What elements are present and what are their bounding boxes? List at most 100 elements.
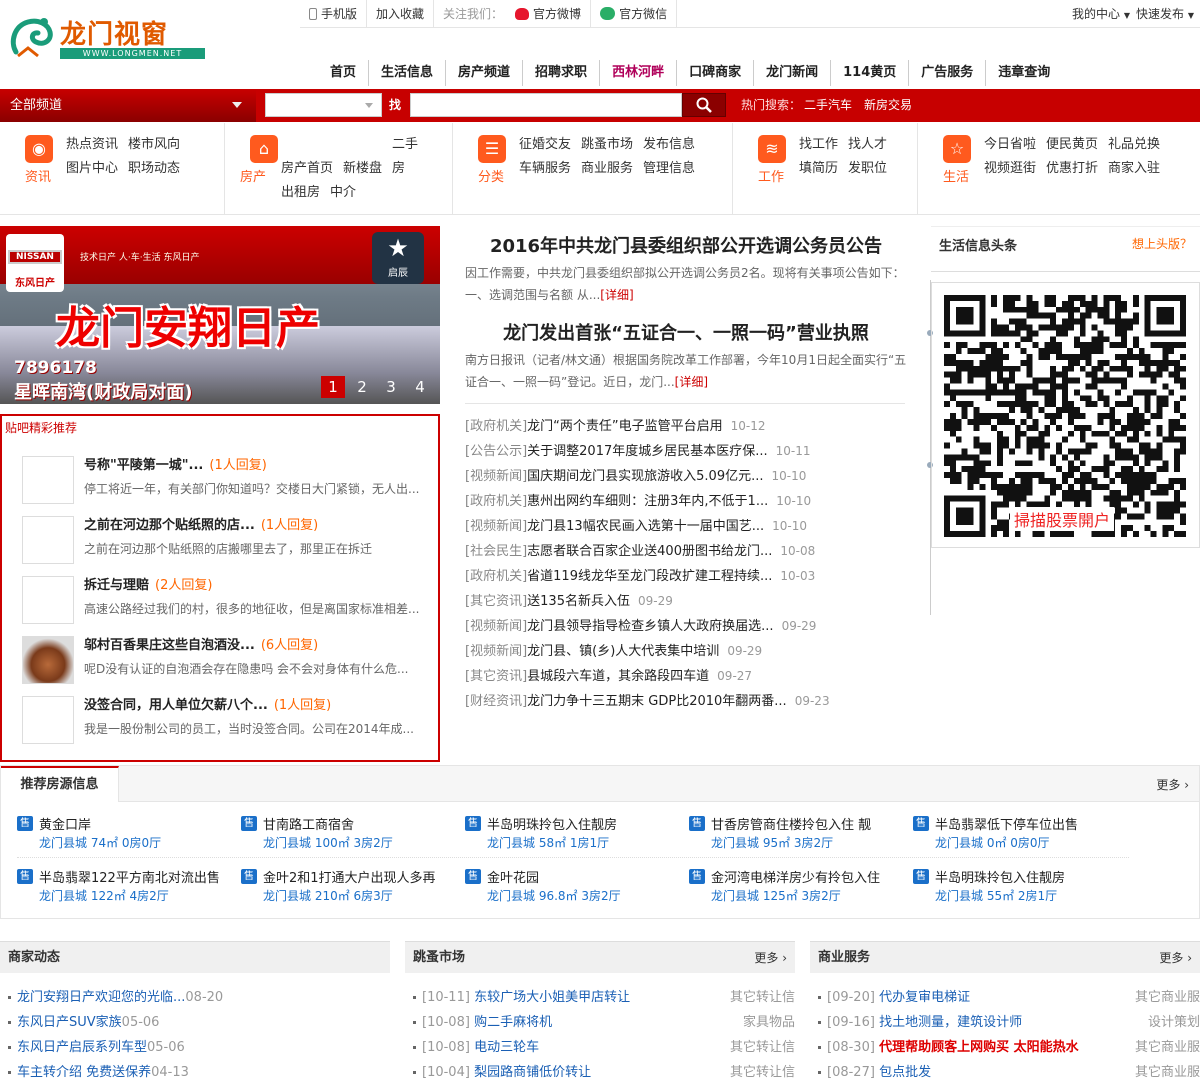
forum-post[interactable]: 邬村百香果庄这些自泡酒没... (6人回复) 呢D没有认证的自泡酒会存在隐患吗 会… [22, 632, 422, 688]
list-item[interactable]: [财经资讯]龙门力争十三五期末 GDP比2010年翻两番... 09-23 [465, 689, 905, 714]
nav-life[interactable]: 生活信息 [369, 60, 447, 86]
nav-ads[interactable]: 广告服务 [909, 60, 987, 86]
my-center-link[interactable]: 我的中心 ▼ [1072, 0, 1130, 30]
qr-code-icon [944, 295, 1186, 537]
list-item[interactable]: [公告公示]关于调整2017年度城乡居民基本医疗保... 10-11 [465, 439, 905, 464]
house-listing[interactable]: 售半岛翡翠122平方南北对流出售 龙门县城 122㎡ 4房2厅 [17, 867, 239, 915]
list-item[interactable]: [视频新闻]龙门县、镇(乡)人大代表集中培训 09-29 [465, 639, 905, 664]
house-listing[interactable]: 售半岛明珠拎包入住靓房 龙门县城 55㎡ 2房1厅 [913, 867, 1135, 915]
list-item[interactable]: [政府机关]省道119线龙华至龙门段改扩建工程持续... 10-03 [465, 564, 905, 589]
business-services: 商业服务 更多 › [09-20] 代办复审电梯证 其它商业服 [09-16] 找土… [810, 941, 1200, 1091]
list-item[interactable]: [政府机关]龙门“两个责任”电子监管平台启用 10-12 [465, 414, 905, 439]
banner-slider[interactable]: NISSAN 东风日产 技术日产 人·车·生活 东风日产 ★ 启辰 龙门安翔日产… [0, 226, 440, 404]
list-item[interactable]: [09-20] 代办复审电梯证 其它商业服 [818, 985, 1200, 1010]
nav-property[interactable]: 房产频道 [446, 60, 524, 86]
category-bar: ◉ 资讯 热点资讯 楼市风向图片中心 职场动态 ⌂ 房产 房产首页 新楼盘二手房出租房… [0, 123, 1200, 215]
more-link[interactable]: 更多 › [1156, 776, 1189, 793]
chevron-down-icon [232, 102, 242, 108]
headline-title[interactable]: 龙门发出首张“五证合一、一照一码”营业执照 [462, 319, 910, 345]
search-input[interactable] [410, 93, 682, 117]
headline-title[interactable]: 2016年中共龙门县委组织部公开选调公务员公告 [462, 232, 910, 258]
search-button[interactable] [682, 93, 726, 117]
forum-recommendations-title: 贴吧精彩推荐 [5, 421, 78, 435]
weibo-link[interactable]: 官方微博 [506, 0, 592, 28]
nav-jobs[interactable]: 招聘求职 [523, 60, 601, 86]
hot-search-label: 热门搜索： [741, 98, 802, 112]
list-item[interactable]: [10-08] 电动三轮车 其它转让信 [413, 1035, 795, 1060]
list-item[interactable]: [08-27] 包点批发 其它商业服 [818, 1060, 1200, 1085]
star-icon: ☆ [943, 135, 971, 163]
sidebar-title: 生活信息头条 [939, 239, 1018, 254]
banner-address: 星晖南湾(财政局对面) [14, 382, 193, 403]
list-item[interactable]: [10-04] 梨园路商铺低价转让 其它转让信 [413, 1060, 795, 1085]
list-item[interactable]: [视频新闻]龙门县领导指导检查乡镇人大政府换届选... 09-29 [465, 614, 905, 639]
slider-page-2[interactable]: 2 [350, 376, 374, 398]
forum-post[interactable]: 之前在河边那个贴纸照的店... (1人回复) 之前在河边那个贴纸照的店搬哪里去了，… [22, 512, 422, 568]
quick-post-link[interactable]: 快速发布 ▼ [1136, 0, 1194, 30]
life-info-header: 生活信息头条 想上头版？ [931, 226, 1200, 272]
nav-merchants[interactable]: 口碑商家 [677, 60, 755, 86]
list-item[interactable]: [社会民生]志愿者联合百家企业送400册图书给龙门... 10-08 [465, 539, 905, 564]
slider-page-3[interactable]: 3 [379, 376, 403, 398]
house-listing[interactable]: 售甘南路工商宿舍 龙门县城 100㎡ 3房2厅 [241, 814, 463, 862]
more-link[interactable]: 更多 › [754, 942, 787, 974]
hot-search-item[interactable]: 新房交易 [864, 89, 912, 122]
slider-page-1[interactable]: 1 [321, 376, 345, 398]
layers-icon: ≋ [758, 135, 786, 163]
list-item[interactable]: 龙门安翔日产欢迎您的光临...08-20 [8, 985, 390, 1010]
sale-badge: 售 [465, 816, 481, 831]
house-listing[interactable]: 售金叶花园 龙门县城 96.8㎡ 3房2厅 [465, 867, 687, 915]
house-listing[interactable]: 售甘香房管商住楼拎包入住 靓龙门县城 95㎡ 3房2厅 [689, 814, 911, 862]
wechat-icon [600, 7, 616, 20]
all-channels-dropdown[interactable]: 全部频道 [0, 89, 256, 122]
headline-ad-link[interactable]: 想上头版？ [1132, 235, 1192, 252]
house-listing[interactable]: 售金河湾电梯洋房少有拎包入住 龙门县城 125㎡ 3房2厅 [689, 867, 911, 915]
business-services-title: 商业服务 更多 › [810, 941, 1200, 973]
phone-icon [309, 8, 317, 20]
house-listing[interactable]: 售半岛翡翠低下停车位出售 龙门县城 0㎡ 0房0厅 [913, 814, 1135, 862]
recommended-houses-tab[interactable]: 推荐房源信息 [1, 766, 119, 802]
forum-post[interactable]: 拆迁与理赔 (2人回复) 高速公路经过我们的村，很多的地征收，但是离国家标准相差.… [22, 572, 422, 628]
list-item[interactable]: [视频新闻]国庆期间龙门县实现旅游收入5.09亿元... 10-10 [465, 464, 905, 489]
list-item[interactable]: [10-11] 东较广场大小姐美甲店转让 其它转让信 [413, 985, 795, 1010]
nav-news[interactable]: 龙门新闻 [754, 60, 832, 86]
site-logo[interactable]: 龙门视窗 WWW.LONGMEN.NET [8, 12, 208, 62]
nav-xilin[interactable]: 西林河畔 [600, 60, 678, 86]
chevron-down-icon [365, 103, 373, 108]
list-item[interactable]: [09-16] 找土地测量，建筑设计师 设计策划 [818, 1010, 1200, 1035]
add-favorite-link[interactable]: 加入收藏 [367, 0, 435, 28]
list-item[interactable]: [08-30] 代理帮助顾客上网购买 太阳能热水 其它商业服 [818, 1035, 1200, 1060]
detail-link[interactable]: [详细] [675, 375, 708, 389]
list-item[interactable]: [视频新闻]龙门县13幅农民画入选第十一届中国艺... 10-10 [465, 514, 905, 539]
qr-caption: 掃描股票開户 [1010, 507, 1115, 531]
list-item[interactable]: [政府机关]惠州出网约车细则：注册3年内,不低于1... 10-10 [465, 489, 905, 514]
list-item[interactable]: 东风日产SUV家族05-06 [8, 1010, 390, 1035]
house-listing[interactable]: 售半岛明珠拎包入住靓房 龙门县城 58㎡ 1房1厅 [465, 814, 687, 862]
list-item[interactable]: [其它资讯]县城段六车道，其余路段四车道 09-27 [465, 664, 905, 689]
house-listing[interactable]: 售金叶2和1打通大户出现人多再 龙门县城 210㎡ 6房3厅 [241, 867, 463, 915]
qr-code-box: 掃描股票開户 [931, 282, 1200, 548]
banner-phone: 7896178 [14, 358, 97, 378]
post-thumbnail [22, 576, 74, 624]
forum-post[interactable]: 号称"平陵第一城"... (1人回复) 停工将近一年，有关部门你知道吗？交楼日大门… [22, 452, 422, 508]
mobile-link[interactable]: 手机版 [300, 0, 368, 28]
nav-home[interactable]: 首页 [318, 60, 370, 86]
nav-traffic[interactable]: 违章查询 [986, 60, 1062, 86]
wechat-link[interactable]: 官方微信 [591, 0, 678, 28]
list-item[interactable]: 东风日产启辰系列车型05-06 [8, 1035, 390, 1060]
forum-post[interactable]: 没签合同，用人单位欠薪八个... (1人回复) 我是一股份制公司的员工，当时没签合… [22, 692, 422, 748]
sale-badge: 售 [913, 816, 929, 831]
detail-link[interactable]: [详细] [600, 288, 633, 302]
slider-page-4[interactable]: 4 [408, 376, 432, 398]
hot-search-item[interactable]: 二手汽车 [804, 89, 852, 122]
more-link[interactable]: 更多 › [1159, 942, 1192, 974]
list-item[interactable]: [10-08] 购二手麻将机 家具物品 [413, 1010, 795, 1035]
nav-yellowpages[interactable]: 114黄页 [831, 60, 910, 86]
news-list: [政府机关]龙门“两个责任”电子监管平台启用 10-12 [公告公示]关于调整20… [465, 414, 905, 714]
post-thumbnail [22, 456, 74, 504]
sale-badge: 售 [17, 816, 33, 831]
list-item[interactable]: 车主转介绍 免费送保养04-13 [8, 1060, 390, 1085]
house-listing[interactable]: 售黄金口岸 龙门县城 74㎡ 0房0厅 [17, 814, 239, 862]
search-category-select[interactable] [265, 93, 382, 117]
list-item[interactable]: [其它资讯]送135名新兵入伍 09-29 [465, 589, 905, 614]
